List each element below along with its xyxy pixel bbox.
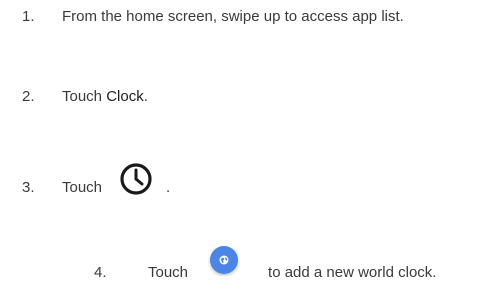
step-number: 1. [22,7,35,25]
globe-add-icon [208,244,240,276]
instruction-step-4: 4. Touch to add a new world clock. [94,246,437,294]
step-number: 4. [94,263,107,281]
instruction-step-1: 1. From the home screen, swipe up to acc… [22,5,404,27]
step-number: 3. [22,178,35,196]
step-text: From the home screen, swipe up to access… [62,7,404,25]
instruction-step-2: 2. Touch Clock . [22,85,148,107]
step-number: 2. [22,87,35,105]
step-text-prefix: Touch [62,87,107,105]
step-text-suffix: . [143,87,148,105]
step-text-prefix: Touch [62,178,103,196]
clock-icon [118,161,154,197]
step-text-suffix: . [166,178,171,196]
step-text-prefix: Touch [148,263,189,281]
clock-app-name: Clock [106,87,144,105]
instruction-step-3: 3. Touch . [22,163,171,209]
step-text-suffix: to add a new world clock. [268,263,437,281]
